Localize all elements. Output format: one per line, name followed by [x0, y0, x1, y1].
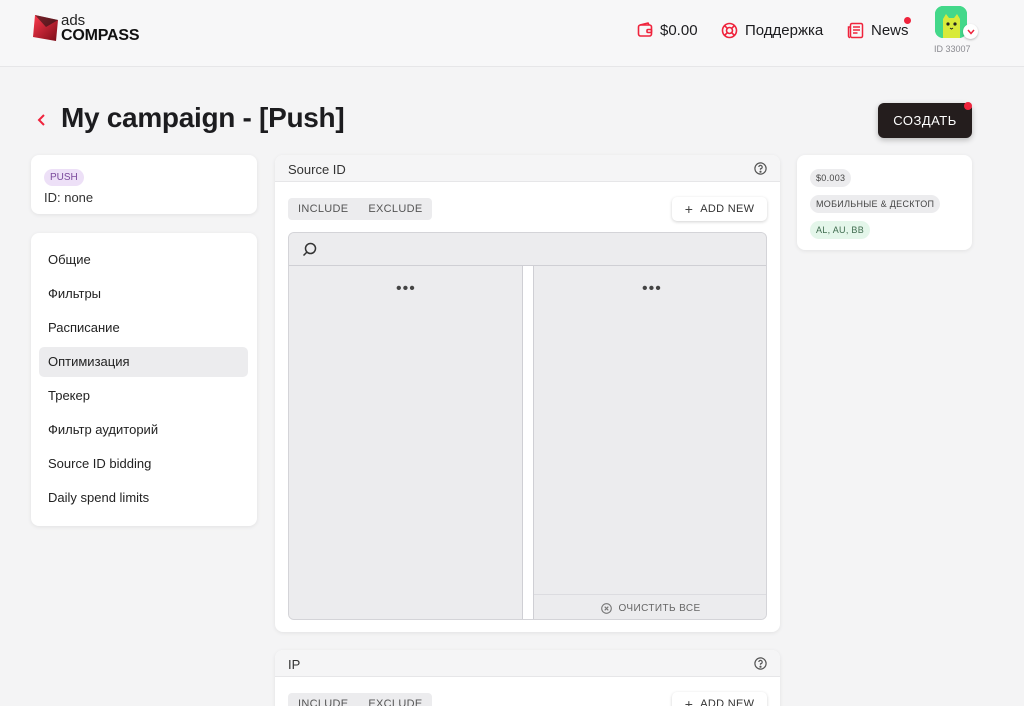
include-tab[interactable]: INCLUDE: [288, 693, 358, 706]
campaign-info-card: PUSH ID: none: [31, 155, 257, 214]
selected-sources-list[interactable]: ••• ОЧИСТИТЬ ВСЕ: [533, 266, 766, 619]
news-notification-dot: [904, 17, 911, 24]
chevron-down-icon: [966, 29, 975, 35]
user-id: ID 33007: [934, 44, 971, 54]
exclude-tab[interactable]: EXCLUDE: [358, 693, 432, 706]
clear-all-button[interactable]: ОЧИСТИТЬ ВСЕ: [534, 594, 766, 619]
nav-item-audience-filter[interactable]: Фильтр аудиторий: [39, 415, 248, 445]
nav-item-daily-spend-limits[interactable]: Daily spend limits: [39, 483, 248, 513]
brand-logo[interactable]: ads COMPASS: [31, 13, 141, 45]
cat-avatar-icon: [935, 6, 967, 38]
nav-item-optimization[interactable]: Оптимизация: [39, 347, 248, 377]
balance-amount: $0.00: [660, 21, 698, 39]
news-link[interactable]: News: [847, 20, 909, 40]
source-id-panel: Source ID INCLUDE EXCLUDE + ADD NEW ••• …: [275, 155, 780, 632]
user-avatar[interactable]: [935, 6, 967, 38]
plus-icon: +: [684, 696, 694, 706]
add-new-source-button[interactable]: + ADD NEW: [672, 197, 767, 221]
device-type-tag: МОБИЛЬНЫЕ & ДЕСКТОП: [810, 195, 941, 213]
page-title: My campaign - [Push]: [61, 102, 345, 133]
back-button[interactable]: [34, 110, 48, 130]
ip-panel-title: IP: [288, 657, 301, 672]
newspaper-icon: [847, 22, 864, 38]
nav-item-schedule[interactable]: Расписание: [39, 313, 248, 343]
chevron-left-icon: [37, 114, 45, 126]
include-exclude-toggle: INCLUDE EXCLUDE: [288, 198, 433, 220]
ip-include-exclude-toggle: INCLUDE EXCLUDE: [288, 693, 433, 706]
news-label: News: [871, 21, 909, 39]
top-header: ads COMPASS $0.00 Поддержка News ID 3300…: [0, 0, 1024, 67]
source-search-input[interactable]: [325, 239, 745, 259]
account-menu-toggle[interactable]: [963, 24, 978, 39]
support-label: Поддержка: [745, 21, 824, 39]
create-notification-dot: [964, 102, 972, 110]
bid-price-tag: $0.003: [810, 169, 852, 187]
campaign-id: ID: none: [44, 190, 94, 205]
loading-indicator: •••: [642, 280, 662, 297]
loading-indicator: •••: [396, 280, 416, 297]
nav-item-filters[interactable]: Фильтры: [39, 279, 248, 309]
source-id-panel-header: Source ID: [275, 155, 780, 182]
help-icon[interactable]: [754, 657, 767, 670]
add-new-ip-button[interactable]: + ADD NEW: [672, 692, 767, 706]
create-button[interactable]: СОЗДАТЬ: [878, 103, 972, 138]
add-new-label: ADD NEW: [700, 203, 755, 215]
exclude-tab[interactable]: EXCLUDE: [358, 198, 432, 220]
campaign-summary-card: $0.003 МОБИЛЬНЫЕ & ДЕСКТОП AL, AU, BB: [797, 155, 972, 250]
column-divider: [523, 266, 533, 619]
campaign-type-badge: PUSH: [44, 169, 84, 186]
ip-panel: IP INCLUDE EXCLUDE + ADD NEW: [275, 650, 780, 706]
logo-ads-text: ads: [61, 12, 86, 29]
source-search-bar: [289, 233, 766, 266]
ip-panel-header: IP: [275, 650, 780, 677]
nav-item-tracker[interactable]: Трекер: [39, 381, 248, 411]
nav-item-general[interactable]: Общие: [39, 245, 248, 275]
clear-all-label: ОЧИСТИТЬ ВСЕ: [618, 602, 701, 614]
logo-compass-text: COMPASS: [61, 27, 140, 44]
wallet-icon: [637, 22, 653, 37]
add-new-label: ADD NEW: [700, 698, 755, 706]
balance-link[interactable]: $0.00: [637, 20, 698, 40]
compass-logo-icon: [33, 15, 58, 41]
include-tab[interactable]: INCLUDE: [288, 198, 358, 220]
source-id-panel-title: Source ID: [288, 162, 346, 177]
nav-item-source-id-bidding[interactable]: Source ID bidding: [39, 449, 248, 479]
lifebuoy-icon: [721, 22, 738, 38]
available-sources-list[interactable]: •••: [289, 266, 523, 619]
support-link[interactable]: Поддержка: [721, 20, 823, 40]
help-icon[interactable]: [754, 162, 767, 175]
clear-circle-icon: [601, 602, 613, 614]
geo-tag: AL, AU, BB: [810, 221, 871, 239]
plus-icon: +: [684, 201, 694, 217]
search-icon: [302, 242, 317, 257]
source-id-picker: ••• ••• ОЧИСТИТЬ ВСЕ: [288, 232, 767, 620]
settings-nav: Общие Фильтры Расписание Оптимизация Тре…: [31, 233, 257, 526]
